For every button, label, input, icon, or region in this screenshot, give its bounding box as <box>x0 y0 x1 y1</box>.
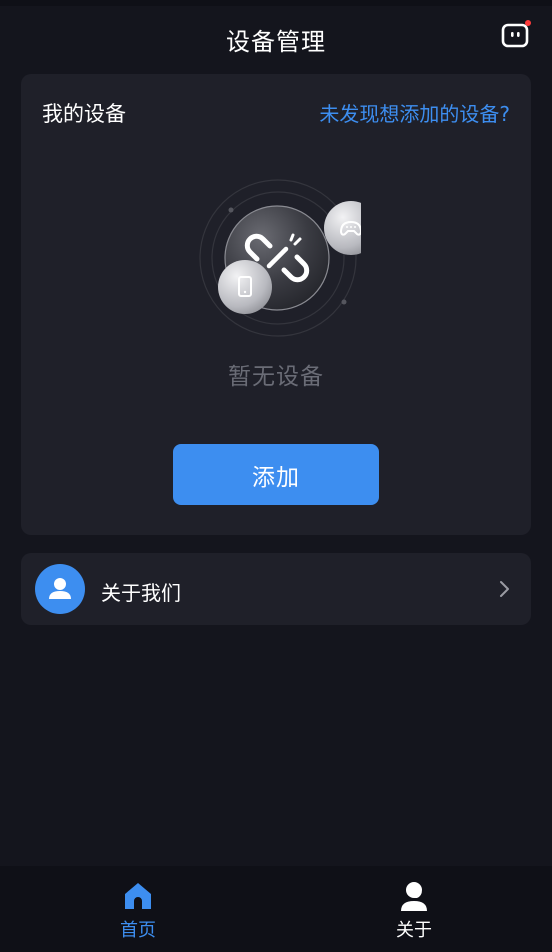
help-link[interactable]: 未发现想添加的设备? <box>319 98 510 127</box>
device-card: 我的设备 未发现想添加的设备? 暂无设备 添加 <box>21 74 531 535</box>
empty-illustration <box>199 179 361 337</box>
person-icon <box>401 882 427 911</box>
avatar <box>35 564 85 614</box>
chevron-right-icon <box>500 581 509 597</box>
tab-home[interactable]: 首页 <box>0 866 276 952</box>
header: 设备管理 <box>0 6 552 72</box>
orbit-dot <box>228 207 234 213</box>
about-us-label: 关于我们 <box>101 581 181 605</box>
phone-bubble <box>218 260 272 314</box>
user-icon <box>49 578 71 599</box>
tab-about[interactable]: 关于 <box>276 866 552 952</box>
bottom-nav: 首页 关于 <box>0 866 552 952</box>
about-us-row[interactable]: 关于我们 <box>21 553 531 625</box>
notification-dot <box>525 20 531 26</box>
card-title: 我的设备 <box>42 102 126 126</box>
add-device-button[interactable]: 添加 <box>173 444 379 505</box>
empty-state-text: 暂无设备 <box>228 364 324 390</box>
page-title: 设备管理 <box>226 28 326 56</box>
orbit-dot <box>341 299 347 305</box>
app-screen: 设备管理 我的设备 未发现想添加的设备? 暂无设备 添加 关于我们 首页 关于 <box>0 0 552 952</box>
tab-about-label: 关于 <box>396 920 432 941</box>
tab-home-label: 首页 <box>120 920 156 941</box>
home-icon <box>125 883 151 909</box>
